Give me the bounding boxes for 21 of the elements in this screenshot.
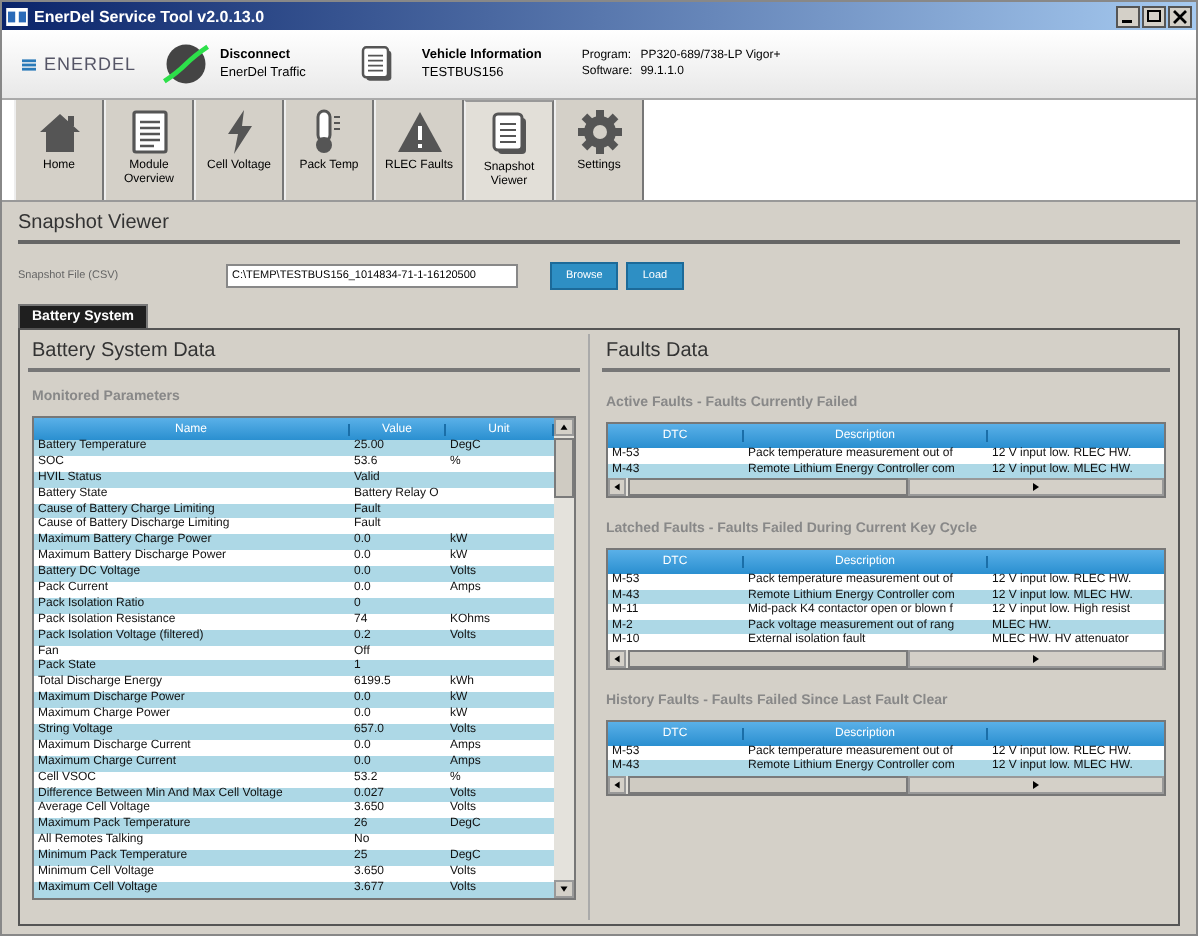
page-title: Snapshot Viewer [18, 210, 1180, 244]
horizontal-scrollbar[interactable] [608, 478, 1164, 496]
home-icon [35, 108, 83, 156]
scroll-thumb[interactable] [628, 478, 908, 496]
vertical-scrollbar[interactable] [554, 418, 574, 898]
window-title: EnerDel Service Tool v2.0.13.0 [34, 7, 267, 25]
scroll-down-icon[interactable] [554, 879, 574, 898]
warning-icon [395, 108, 443, 156]
close-icon[interactable] [1168, 5, 1192, 27]
section-title: Battery System Data [28, 334, 580, 372]
logo-text: ENERDEL [44, 54, 137, 74]
gear-icon [575, 108, 623, 156]
minimize-icon[interactable] [1116, 5, 1140, 27]
maximize-icon[interactable] [1142, 5, 1166, 27]
scroll-up-icon[interactable] [554, 418, 574, 436]
scroll-left-icon[interactable] [608, 478, 626, 496]
logo-icon [22, 57, 36, 71]
thermometer-icon [316, 108, 342, 156]
app-icon [6, 7, 28, 25]
scroll-thumb[interactable] [554, 438, 574, 498]
section-title: Faults Data [602, 334, 1170, 372]
